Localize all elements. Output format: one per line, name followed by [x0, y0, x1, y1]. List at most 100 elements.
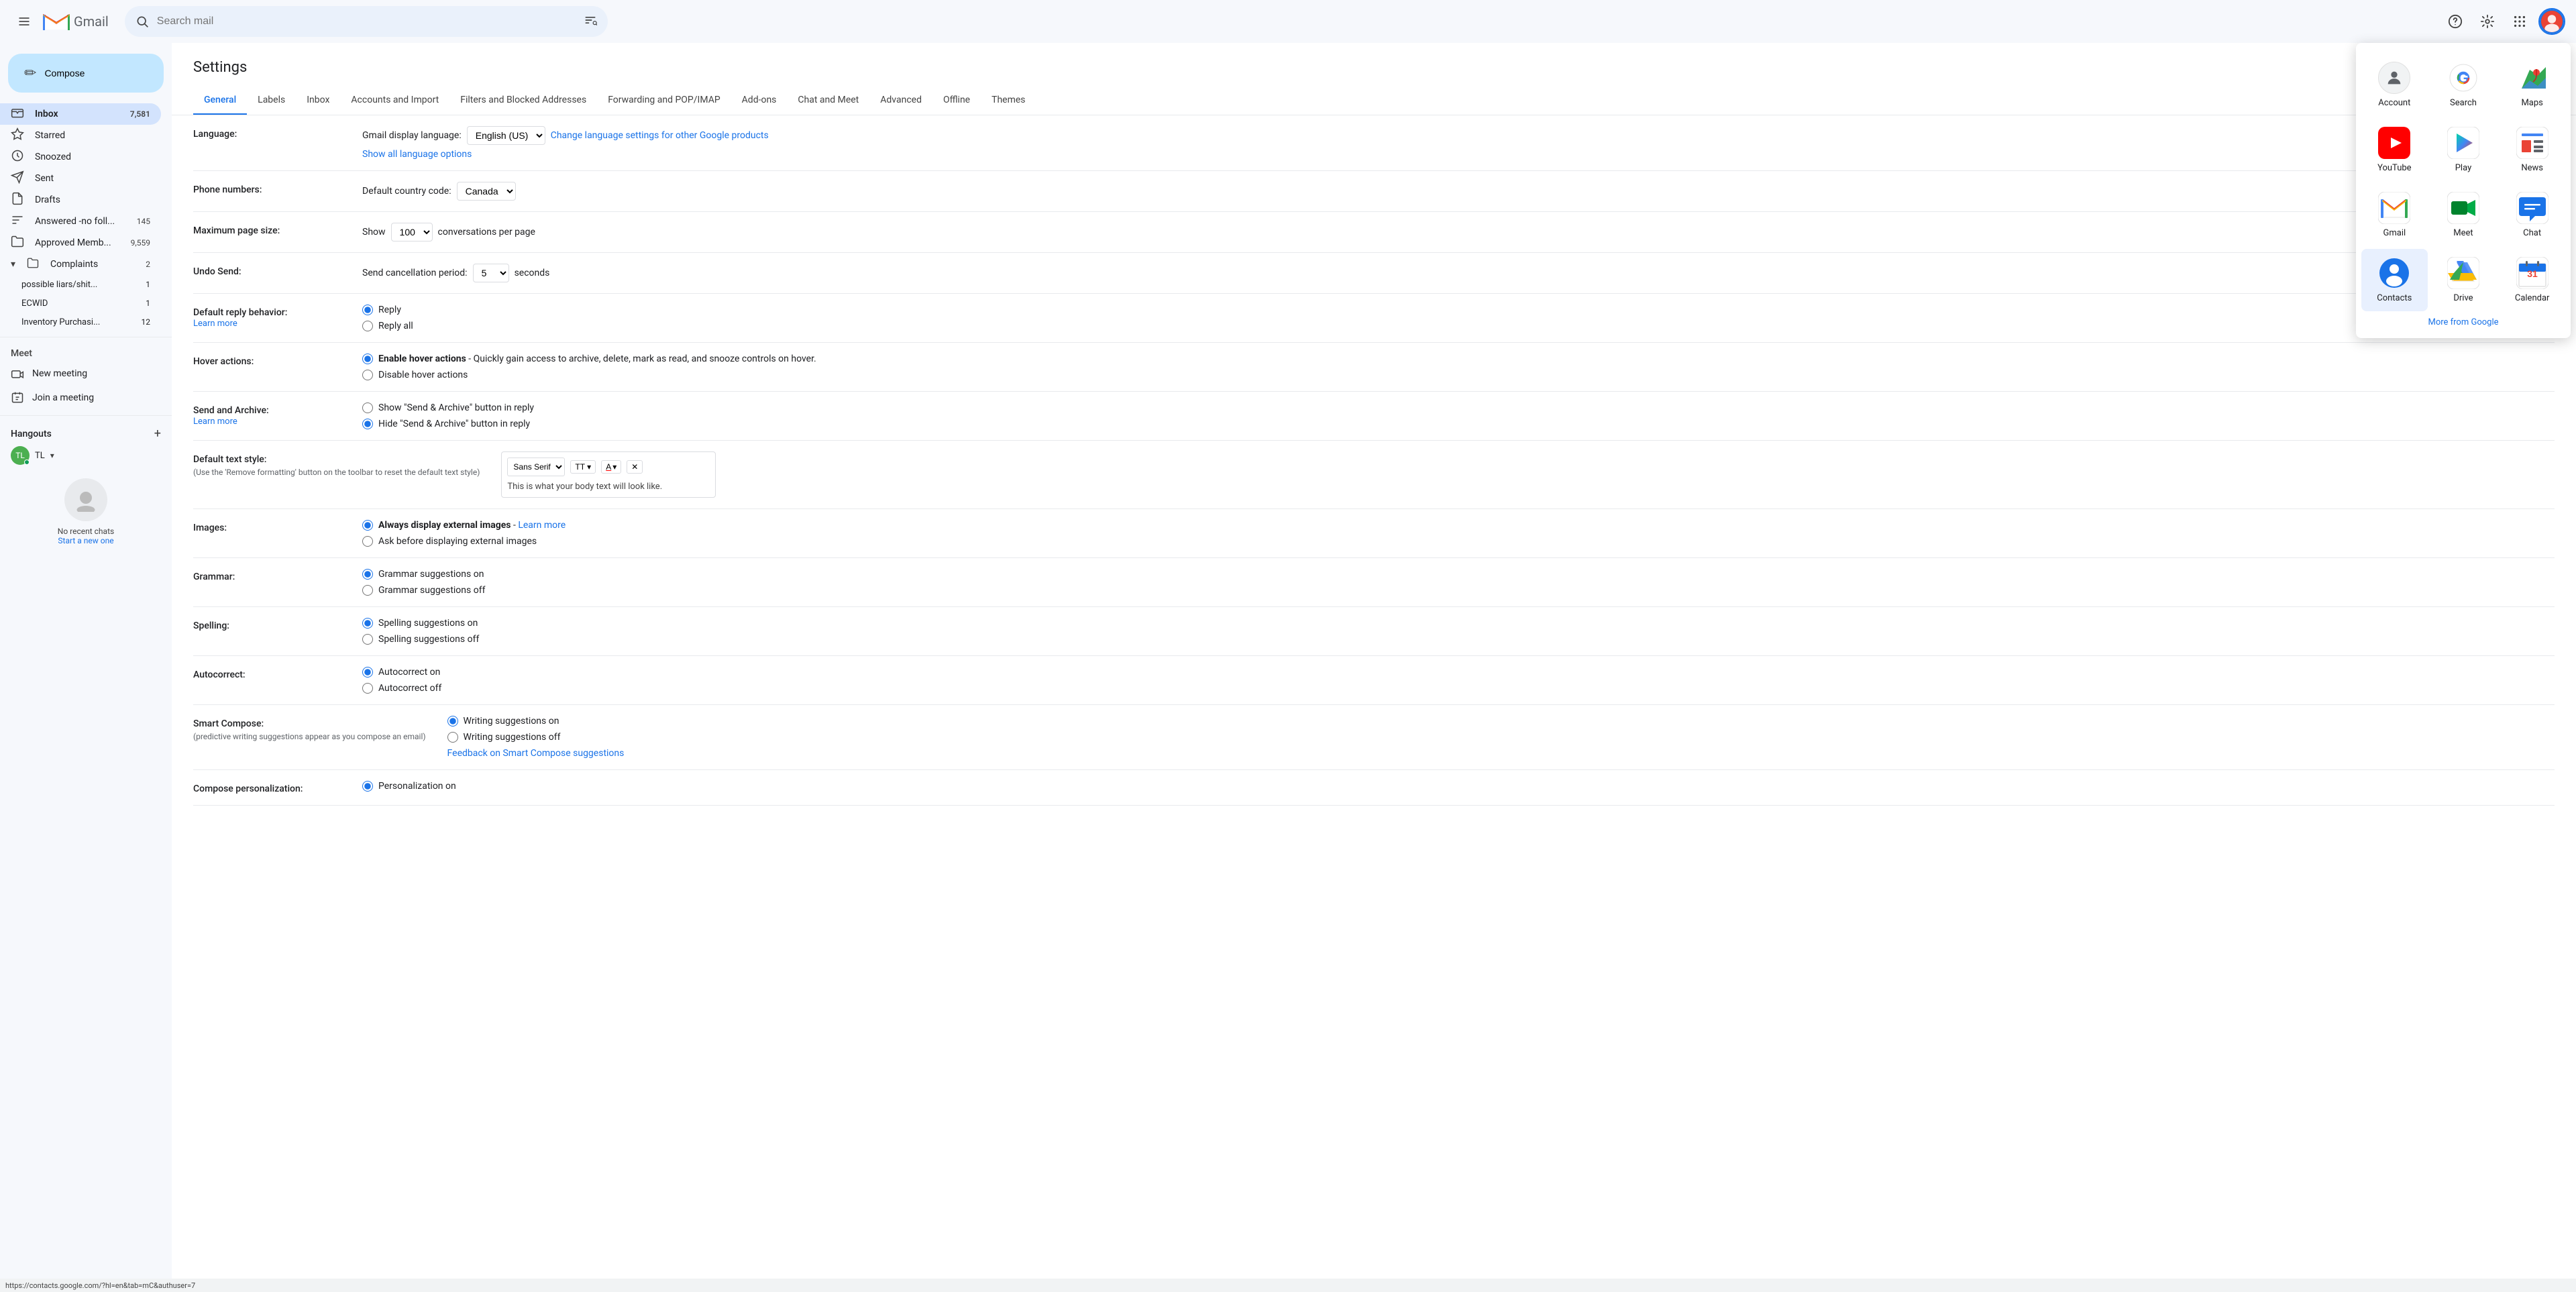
sidebar-item-inbox[interactable]: Inbox 7,581 — [0, 103, 161, 125]
show-all-languages-link[interactable]: Show all language options — [362, 149, 472, 160]
sidebar-item-inventory[interactable]: Inventory Purchasi... 12 — [0, 313, 161, 331]
grammar-on-radio[interactable]: Grammar suggestions on — [362, 569, 2555, 580]
remove-format-btn[interactable]: ✕ — [627, 460, 643, 474]
country-code-select[interactable]: Canada — [457, 182, 516, 201]
grammar-off-input[interactable] — [362, 585, 373, 596]
show-send-archive-input[interactable] — [362, 402, 373, 413]
tab-addons[interactable]: Add-ons — [731, 87, 788, 115]
smart-compose-on-input[interactable] — [447, 716, 458, 726]
apps-button[interactable] — [2506, 8, 2533, 35]
menu-button[interactable] — [11, 8, 38, 35]
account-avatar[interactable] — [2538, 8, 2565, 35]
reply-radio-reply[interactable]: Reply — [362, 305, 2555, 315]
undo-seconds-select[interactable]: 5 10 20 30 — [473, 264, 509, 282]
sidebar-item-join-meeting[interactable]: Join a meeting — [0, 386, 172, 410]
autocorrect-off-radio[interactable]: Autocorrect off — [362, 683, 2555, 694]
smart-compose-off-radio[interactable]: Writing suggestions off — [447, 732, 2555, 743]
sidebar-item-snoozed[interactable]: Snoozed — [0, 146, 161, 168]
font-size-btn[interactable]: TT ▾ — [570, 460, 596, 474]
app-item-contacts[interactable]: Contacts — [2361, 249, 2428, 311]
language-change-link[interactable]: Change language settings for other Googl… — [551, 130, 769, 141]
answered-label: Answered -no foll... — [35, 216, 115, 227]
tab-filters[interactable]: Filters and Blocked Addresses — [449, 87, 597, 115]
personalization-on-input[interactable] — [362, 781, 373, 792]
start-new-chat-link[interactable]: Start a new one — [58, 536, 113, 545]
spelling-off-input[interactable] — [362, 634, 373, 645]
settings-button[interactable] — [2474, 8, 2501, 35]
sidebar-item-complaints[interactable]: ▾ Complaints 2 — [0, 254, 161, 275]
tab-labels[interactable]: Labels — [247, 87, 296, 115]
search-input[interactable] — [157, 15, 576, 28]
always-display-radio[interactable]: Always display external images - Learn m… — [362, 520, 2555, 531]
reply-learn-more[interactable]: Learn more — [193, 319, 237, 329]
app-item-chat[interactable]: Chat — [2499, 184, 2565, 246]
always-display-input[interactable] — [362, 520, 373, 531]
grammar-off-radio[interactable]: Grammar suggestions off — [362, 585, 2555, 596]
app-item-calendar[interactable]: 31 Calendar — [2499, 249, 2565, 311]
app-item-news[interactable]: News — [2499, 119, 2565, 181]
sidebar-item-sent[interactable]: Sent — [0, 168, 161, 189]
app-item-youtube[interactable]: YouTube — [2361, 119, 2428, 181]
hide-send-archive-radio[interactable]: Hide "Send & Archive" button in reply — [362, 419, 2555, 429]
sidebar-item-approved[interactable]: Approved Memb... 9,559 — [0, 232, 161, 254]
sidebar-item-ecwid[interactable]: ECWID 1 — [0, 294, 161, 313]
autocorrect-on-input[interactable] — [362, 667, 373, 678]
sidebar-item-new-meeting[interactable]: New meeting — [0, 362, 172, 386]
hangouts-user[interactable]: TL TL ▾ — [11, 446, 161, 465]
hide-send-archive-input[interactable] — [362, 419, 373, 429]
sidebar-item-liars[interactable]: possible liars/shit... 1 — [0, 275, 161, 294]
search-options-icon[interactable] — [584, 13, 597, 30]
language-select[interactable]: English (US) — [467, 126, 545, 145]
app-item-account[interactable]: Account — [2361, 54, 2428, 116]
spelling-on-radio[interactable]: Spelling suggestions on — [362, 618, 2555, 629]
compose-button[interactable]: ✏ Compose — [8, 54, 164, 93]
font-color-btn[interactable]: A▾ — [601, 460, 621, 474]
show-send-archive-radio[interactable]: Show "Send & Archive" button in reply — [362, 402, 2555, 413]
sent-label: Sent — [35, 173, 54, 184]
sidebar-item-starred[interactable]: Starred — [0, 125, 161, 146]
hover-disable-radio[interactable]: Disable hover actions — [362, 370, 2555, 380]
tab-forwarding[interactable]: Forwarding and POP/IMAP — [597, 87, 731, 115]
font-family-select[interactable]: Sans Serif — [507, 457, 565, 476]
smart-compose-on-radio[interactable]: Writing suggestions on — [447, 716, 2555, 726]
images-learn-more[interactable]: Learn more — [518, 520, 566, 531]
hangouts-add-icon[interactable]: + — [154, 427, 161, 441]
tab-accounts[interactable]: Accounts and Import — [340, 87, 449, 115]
tab-chat-meet[interactable]: Chat and Meet — [787, 87, 869, 115]
hover-enable-input[interactable] — [362, 354, 373, 364]
pagesize-select[interactable]: 100 25 50 — [391, 223, 433, 241]
tab-advanced[interactable]: Advanced — [869, 87, 932, 115]
spelling-off-radio[interactable]: Spelling suggestions off — [362, 634, 2555, 645]
app-item-gmail[interactable]: Gmail — [2361, 184, 2428, 246]
app-item-meet[interactable]: Meet — [2430, 184, 2497, 246]
tab-offline[interactable]: Offline — [932, 87, 981, 115]
smart-compose-off-input[interactable] — [447, 732, 458, 743]
personalization-on-radio[interactable]: Personalization on — [362, 781, 2555, 792]
hover-disable-input[interactable] — [362, 370, 373, 380]
app-item-search[interactable]: G Search — [2430, 54, 2497, 116]
tab-general[interactable]: General — [193, 87, 247, 115]
more-from-google[interactable]: More from Google — [2428, 317, 2498, 327]
ask-display-input[interactable] — [362, 536, 373, 547]
sidebar-divider-2 — [0, 415, 172, 416]
help-button[interactable] — [2442, 8, 2469, 35]
reply-all-radio-input[interactable] — [362, 321, 373, 331]
ask-display-radio[interactable]: Ask before displaying external images — [362, 536, 2555, 547]
smart-compose-feedback-link[interactable]: Feedback on Smart Compose suggestions — [447, 748, 625, 759]
tab-inbox[interactable]: Inbox — [296, 87, 340, 115]
autocorrect-off-input[interactable] — [362, 683, 373, 694]
app-item-drive[interactable]: Drive — [2430, 249, 2497, 311]
grammar-on-input[interactable] — [362, 569, 373, 580]
app-item-maps[interactable]: Maps — [2499, 54, 2565, 116]
app-item-play[interactable]: Play — [2430, 119, 2497, 181]
hover-enable-radio[interactable]: Enable hover actions - Quickly gain acce… — [362, 354, 2555, 364]
autocorrect-on-radio[interactable]: Autocorrect on — [362, 667, 2555, 678]
reply-radio-all[interactable]: Reply all — [362, 321, 2555, 331]
reply-radio-input[interactable] — [362, 305, 373, 315]
send-archive-learn-more[interactable]: Learn more — [193, 417, 237, 427]
sidebar-item-answered[interactable]: Answered -no foll... 145 — [0, 211, 161, 232]
hangouts-arrow: ▾ — [50, 451, 54, 460]
tab-themes[interactable]: Themes — [981, 87, 1036, 115]
sidebar-item-drafts[interactable]: Drafts — [0, 189, 161, 211]
spelling-on-input[interactable] — [362, 618, 373, 629]
